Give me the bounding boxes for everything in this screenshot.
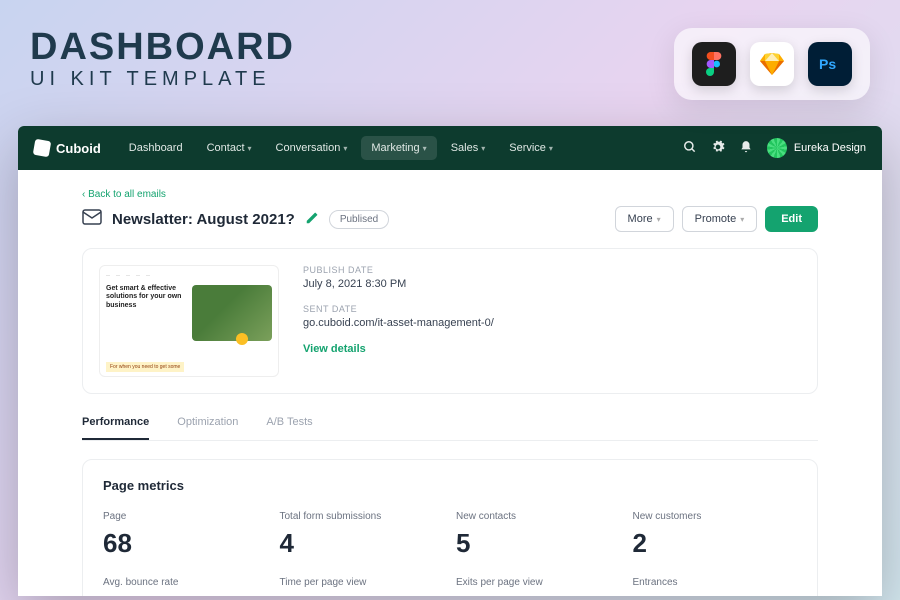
search-icon[interactable] bbox=[683, 140, 697, 157]
tabs: Performance Optimization A/B Tests bbox=[82, 416, 818, 441]
btn-label: Promote bbox=[695, 213, 737, 225]
top-navbar: Cuboid Dashboard Contact▾ Conversation▾ … bbox=[18, 126, 882, 170]
dashboard-window: Cuboid Dashboard Contact▾ Conversation▾ … bbox=[18, 126, 882, 596]
brand[interactable]: Cuboid bbox=[34, 140, 101, 156]
user-name: Eureka Design bbox=[794, 142, 866, 154]
gear-icon[interactable] bbox=[711, 140, 725, 157]
metric-label: Entrances bbox=[633, 577, 798, 588]
nav-label: Dashboard bbox=[129, 142, 183, 154]
mail-icon bbox=[82, 209, 102, 230]
edit-title-icon[interactable] bbox=[305, 211, 319, 228]
back-link-label: Back to all emails bbox=[88, 189, 166, 200]
metrics-card: Page metrics Page 68 Total form submissio… bbox=[82, 459, 818, 596]
tab-ab-tests[interactable]: A/B Tests bbox=[266, 416, 312, 440]
nav-service[interactable]: Service▾ bbox=[499, 136, 563, 160]
user-menu[interactable]: Eureka Design bbox=[767, 138, 866, 158]
nav-marketing[interactable]: Marketing ▾ bbox=[361, 136, 436, 160]
chevron-down-icon: ▾ bbox=[740, 215, 744, 224]
nav-items: Dashboard Contact▾ Conversation▾ Marketi… bbox=[119, 136, 563, 160]
figma-icon bbox=[692, 42, 736, 86]
metric: Time per page view bbox=[280, 577, 445, 594]
bell-icon[interactable] bbox=[739, 140, 753, 157]
tab-performance[interactable]: Performance bbox=[82, 416, 149, 440]
view-details-link[interactable]: View details bbox=[303, 343, 494, 355]
metric-label: New customers bbox=[633, 511, 798, 522]
sent-date-label: SENT DATE bbox=[303, 304, 494, 314]
edit-button[interactable]: Edit bbox=[765, 206, 818, 232]
publish-date-label: PUBLISH DATE bbox=[303, 265, 494, 275]
nav-dashboard[interactable]: Dashboard bbox=[119, 136, 193, 160]
promo-title: DASHBOARD bbox=[30, 28, 295, 66]
publish-date-value: July 8, 2021 8:30 PM bbox=[303, 278, 494, 290]
page-title: Newslatter: August 2021? bbox=[112, 211, 295, 228]
metric: Exits per page view bbox=[456, 577, 621, 594]
btn-label: More bbox=[628, 213, 653, 225]
btn-label: Edit bbox=[781, 213, 802, 225]
detail-card: ————— Get smart & effective solutions fo… bbox=[82, 248, 818, 394]
nav-label: Contact bbox=[207, 142, 245, 154]
metric: Page 68 bbox=[103, 511, 268, 559]
promo-subtitle: UI KIT TEMPLATE bbox=[30, 68, 295, 91]
preview-headline: Get smart & effective solutions for your… bbox=[106, 285, 186, 310]
preview-footer: For when you need to get some bbox=[106, 362, 184, 372]
metric-label: Time per page view bbox=[280, 577, 445, 588]
chevron-down-icon: ▾ bbox=[343, 144, 347, 153]
brand-name: Cuboid bbox=[56, 141, 101, 156]
metric-value: 5 bbox=[456, 528, 621, 559]
chevron-down-icon: ▾ bbox=[423, 144, 427, 153]
avatar bbox=[767, 138, 787, 158]
svg-text:Ps: Ps bbox=[819, 56, 836, 72]
metric-value: 4 bbox=[280, 528, 445, 559]
nav-contact[interactable]: Contact▾ bbox=[197, 136, 262, 160]
back-link[interactable]: ‹ Back to all emails bbox=[82, 189, 166, 200]
metric-label: Page bbox=[103, 511, 268, 522]
metric-label: New contacts bbox=[456, 511, 621, 522]
photoshop-icon: Ps bbox=[808, 42, 852, 86]
sent-date-value: go.cuboid.com/it-asset-management-0/ bbox=[303, 317, 494, 329]
nav-conversation[interactable]: Conversation▾ bbox=[266, 136, 358, 160]
metric-label: Avg. bounce rate bbox=[103, 577, 268, 588]
nav-label: Service bbox=[509, 142, 546, 154]
nav-label: Conversation bbox=[276, 142, 341, 154]
metric: New customers 2 bbox=[633, 511, 798, 559]
metric-label: Exits per page view bbox=[456, 577, 621, 588]
chevron-down-icon: ▾ bbox=[657, 215, 661, 224]
metric: Total form submissions 4 bbox=[280, 511, 445, 559]
chevron-down-icon: ▾ bbox=[481, 144, 485, 153]
promote-button[interactable]: Promote▾ bbox=[682, 206, 758, 232]
brand-logo-icon bbox=[33, 139, 52, 158]
metric-value: 2 bbox=[633, 528, 798, 559]
nav-sales[interactable]: Sales▾ bbox=[441, 136, 496, 160]
chevron-down-icon: ▾ bbox=[248, 144, 252, 153]
metric: New contacts 5 bbox=[456, 511, 621, 559]
metrics-title: Page metrics bbox=[103, 478, 797, 493]
more-button[interactable]: More ▾ bbox=[615, 206, 674, 232]
metric: Entrances bbox=[633, 577, 798, 594]
metric-label: Total form submissions bbox=[280, 511, 445, 522]
nav-label: Sales bbox=[451, 142, 479, 154]
email-preview[interactable]: ————— Get smart & effective solutions fo… bbox=[99, 265, 279, 377]
metric-value: 68 bbox=[103, 528, 268, 559]
chevron-down-icon: ▾ bbox=[549, 144, 553, 153]
app-icons-bar: Ps bbox=[674, 28, 870, 100]
sketch-icon bbox=[750, 42, 794, 86]
tab-optimization[interactable]: Optimization bbox=[177, 416, 238, 440]
nav-label: Marketing bbox=[371, 142, 419, 154]
metric: Avg. bounce rate bbox=[103, 577, 268, 594]
status-badge: Publised bbox=[329, 210, 389, 229]
